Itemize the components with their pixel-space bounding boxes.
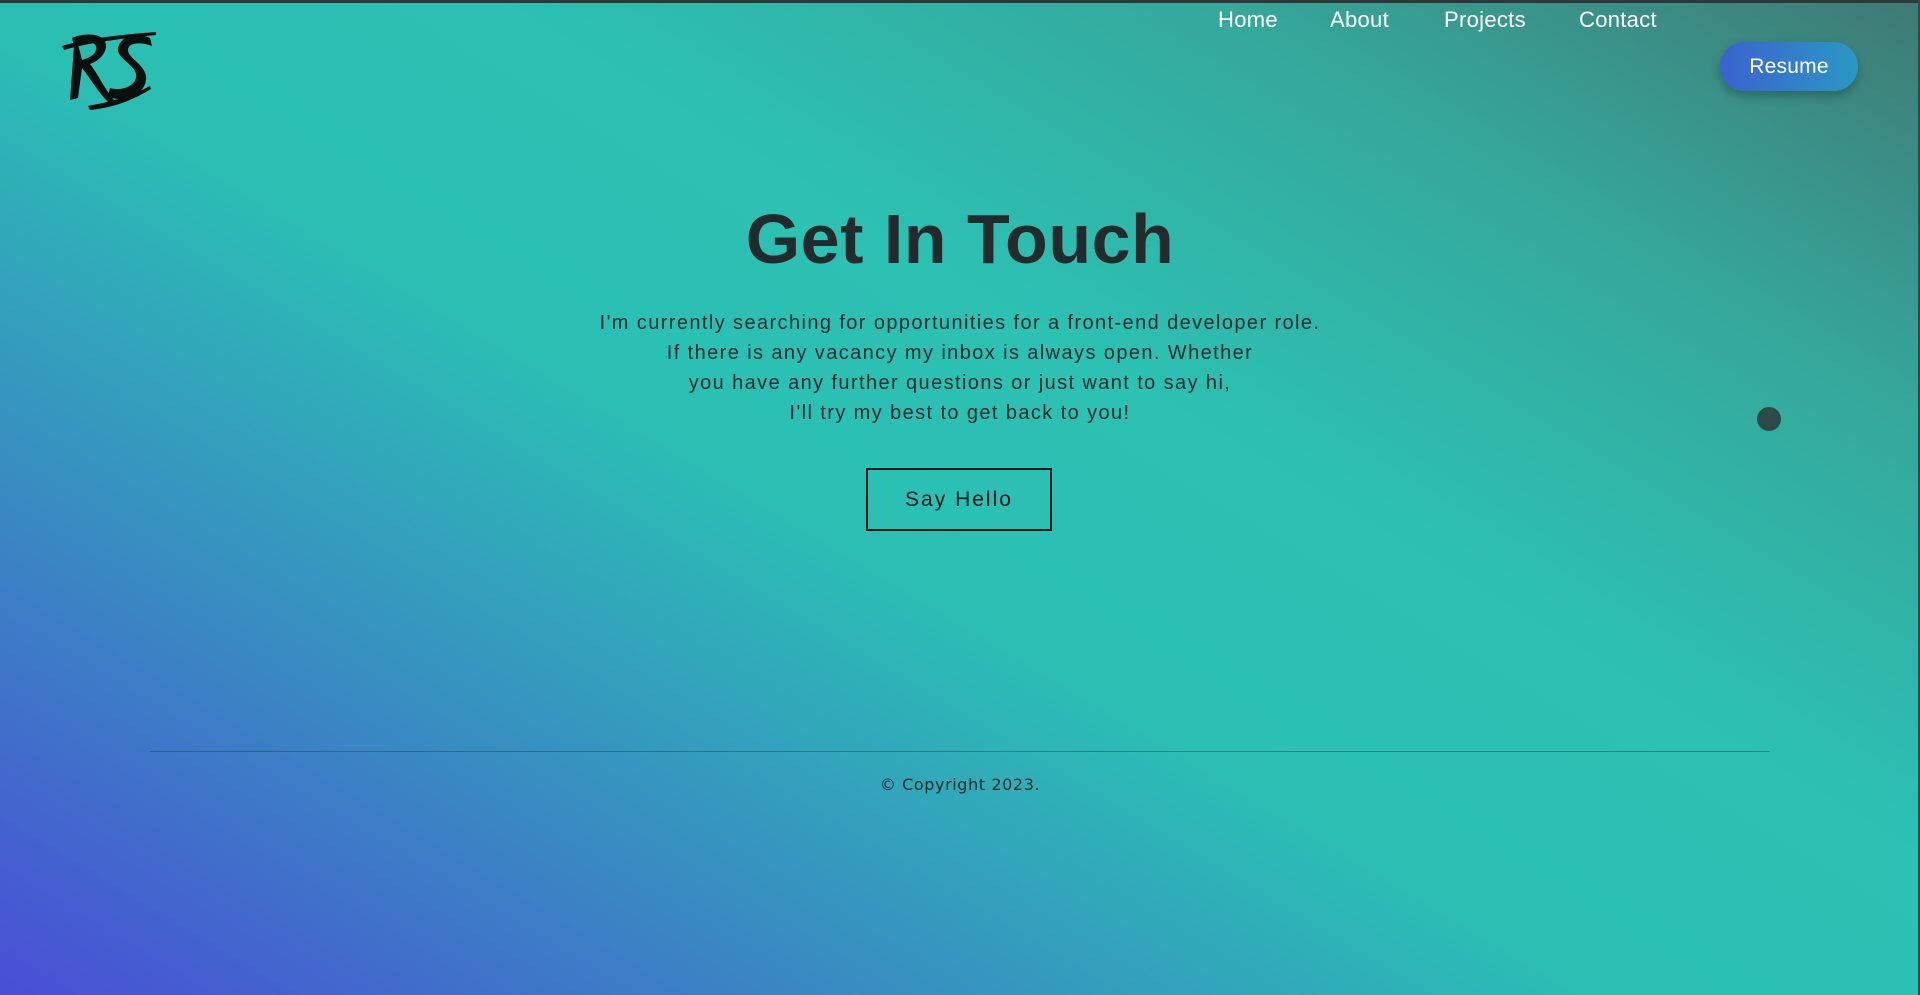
nav-about-link[interactable]: About [1330, 0, 1389, 40]
copyright-text: © Copyright 2023. [879, 775, 1041, 794]
page-title: Get In Touch [745, 200, 1175, 278]
description-line: I'll try my best to get back to you! [789, 402, 1131, 424]
rs-logo-icon [62, 32, 156, 110]
description-line: If there is any vacancy my inbox is alwa… [666, 342, 1254, 364]
footer-divider [150, 751, 1770, 752]
description-line: I'm currently searching for opportunitie… [599, 312, 1321, 334]
description-line: you have any further questions or just w… [688, 372, 1232, 394]
nav-contact-link[interactable]: Contact [1579, 0, 1657, 40]
cursor-dot [1757, 407, 1781, 431]
contact-description: I'm currently searching for opportunitie… [0, 308, 1920, 428]
resume-button[interactable]: Resume [1720, 42, 1858, 91]
nav-projects-link[interactable]: Projects [1444, 0, 1526, 40]
say-hello-button[interactable]: Say Hello [866, 468, 1052, 531]
site-logo[interactable] [58, 26, 158, 116]
nav-home-link[interactable]: Home [1218, 0, 1278, 40]
